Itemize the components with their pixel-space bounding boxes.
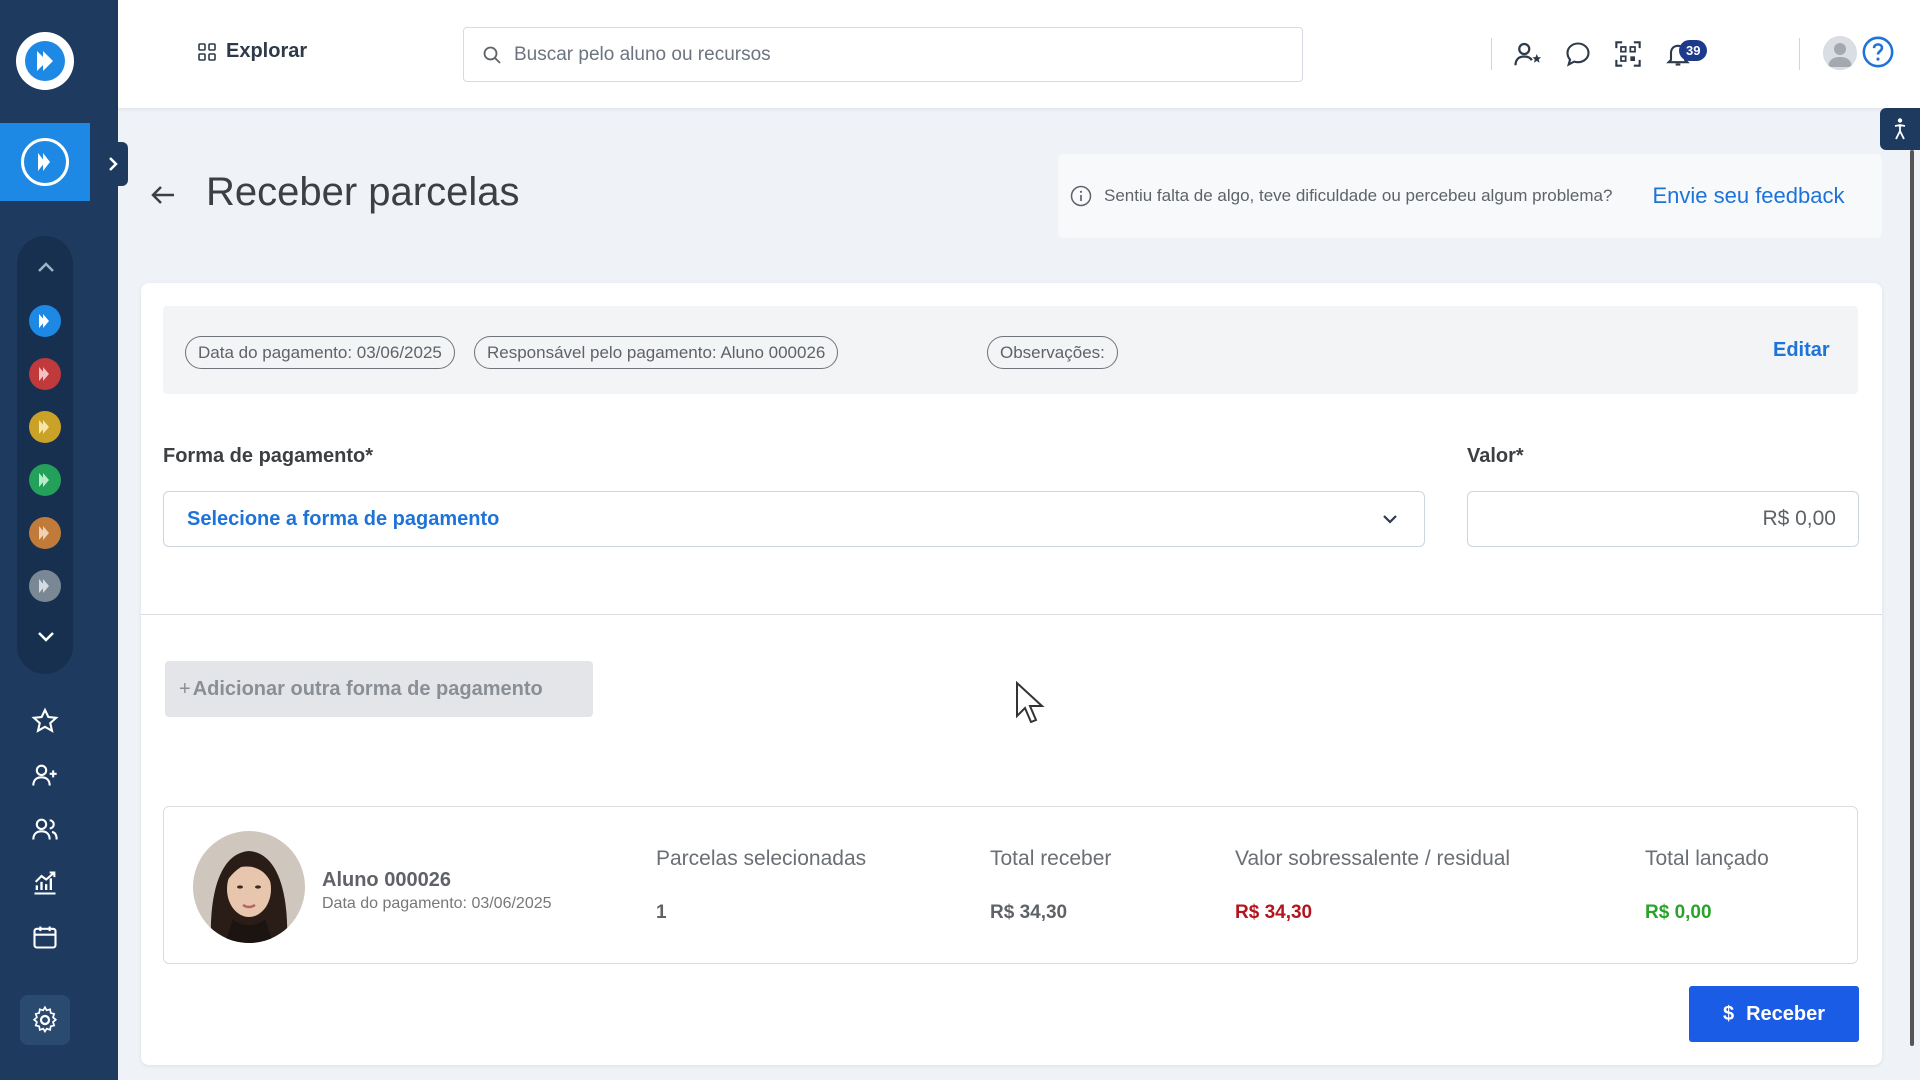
unit-1-icon[interactable] xyxy=(28,304,62,338)
residual-heading: Valor sobressalente / residual xyxy=(1235,847,1511,870)
student-name: Aluno 000026 xyxy=(322,869,451,891)
receive-card: Data do pagamento: 03/06/2025 Responsáve… xyxy=(141,283,1882,1065)
help-icon[interactable] xyxy=(1860,34,1896,70)
payment-method-select[interactable]: Selecione a forma de pagamento xyxy=(163,491,1425,547)
brand-logo-icon xyxy=(21,138,69,186)
search-icon xyxy=(483,46,501,64)
analytics-icon[interactable] xyxy=(28,866,62,900)
unit-4-icon[interactable] xyxy=(28,463,62,497)
chevron-down-icon xyxy=(1383,515,1397,524)
unit-2-icon[interactable] xyxy=(28,357,62,391)
header-divider xyxy=(1491,38,1492,70)
unit-brand-selected[interactable] xyxy=(0,123,90,201)
gear-icon xyxy=(32,1005,58,1034)
residual-value: R$ 34,30 xyxy=(1235,902,1313,923)
feedback-banner: Sentiu falta de algo, teve dificuldade o… xyxy=(1058,154,1882,238)
receive-label: Receber xyxy=(1746,1002,1826,1025)
payment-method-placeholder: Selecione a forma de pagamento xyxy=(187,507,500,530)
search-box[interactable] xyxy=(463,27,1303,82)
edit-button[interactable]: Editar xyxy=(1773,339,1830,362)
unit-list xyxy=(17,236,73,674)
qr-code-icon[interactable] xyxy=(1610,36,1646,72)
app-logo[interactable] xyxy=(16,32,74,90)
sidebar xyxy=(0,0,128,1080)
star-icon[interactable] xyxy=(28,704,62,738)
unit-6-icon[interactable] xyxy=(28,569,62,603)
accessibility-icon xyxy=(1894,118,1906,140)
accessibility-button[interactable] xyxy=(1880,108,1920,150)
student-star-icon[interactable] xyxy=(1510,36,1546,72)
mouse-cursor-icon xyxy=(1014,680,1048,728)
payment-summary: Aluno 000026 Data do pagamento: 03/06/20… xyxy=(163,806,1858,964)
plus-icon: + xyxy=(179,677,191,700)
unit-3-icon[interactable] xyxy=(28,410,62,444)
chip-responsible: Responsável pelo pagamento: Aluno 000026 xyxy=(474,336,839,369)
payment-method-label: Forma de pagamento* xyxy=(163,445,374,467)
student-photo xyxy=(193,831,305,943)
value-label: Valor* xyxy=(1467,445,1524,467)
payment-info-bar: Data do pagamento: 03/06/2025 Responsáve… xyxy=(163,306,1858,394)
page-title: Receber parcelas xyxy=(206,170,520,214)
value-text: R$ 0,00 xyxy=(1762,507,1836,530)
value-input[interactable]: R$ 0,00 xyxy=(1467,491,1859,547)
explore-button[interactable]: Explorar xyxy=(198,40,307,63)
info-icon xyxy=(1070,185,1092,207)
chip-observations: Observações: xyxy=(987,336,1118,369)
receive-button[interactable]: $ Receber xyxy=(1689,986,1859,1042)
chevron-up-icon[interactable] xyxy=(36,260,56,279)
selected-installments-heading: Parcelas selecionadas xyxy=(656,847,867,870)
header-divider-2 xyxy=(1799,38,1800,70)
explore-label: Explorar xyxy=(226,40,308,62)
student-payment-date: Data do pagamento: 03/06/2025 xyxy=(322,895,552,912)
feedback-link[interactable]: Envie seu feedback xyxy=(1652,183,1844,209)
user-avatar[interactable] xyxy=(1823,36,1857,70)
feedback-text: Sentiu falta de algo, teve dificuldade o… xyxy=(1104,186,1613,205)
chat-icon[interactable] xyxy=(1560,36,1596,72)
sidebar-expand-button[interactable] xyxy=(98,142,128,186)
selected-installments-value: 1 xyxy=(656,902,667,923)
grid-icon xyxy=(198,42,216,61)
unit-5-icon[interactable] xyxy=(28,516,62,550)
add-user-icon[interactable] xyxy=(28,758,62,792)
settings-button[interactable] xyxy=(20,995,70,1045)
calendar-icon[interactable] xyxy=(28,920,62,954)
chip-payment-date: Data do pagamento: 03/06/2025 xyxy=(185,336,455,369)
total-receive-value: R$ 34,30 xyxy=(990,902,1068,923)
add-payment-method-button[interactable]: + Adicionar outra forma de pagamento xyxy=(165,661,593,717)
notification-badge: 39 xyxy=(1679,40,1708,61)
search-input[interactable] xyxy=(514,43,1274,66)
chevron-right-icon xyxy=(109,157,118,171)
chevron-down-icon[interactable] xyxy=(36,630,56,649)
add-payment-method-label: Adicionar outra forma de pagamento xyxy=(192,677,543,700)
top-header: Explorar 39 xyxy=(118,0,1920,108)
page-scrollbar[interactable] xyxy=(1910,150,1914,1046)
dollar-icon: $ xyxy=(1722,1002,1735,1025)
total-receive-heading: Total receber xyxy=(990,847,1112,870)
total-launched-heading: Total lançado xyxy=(1645,847,1769,870)
total-launched-value: R$ 0,00 xyxy=(1645,902,1712,923)
section-divider xyxy=(141,614,1882,615)
users-icon[interactable] xyxy=(28,812,62,846)
back-arrow-icon[interactable] xyxy=(148,180,178,210)
